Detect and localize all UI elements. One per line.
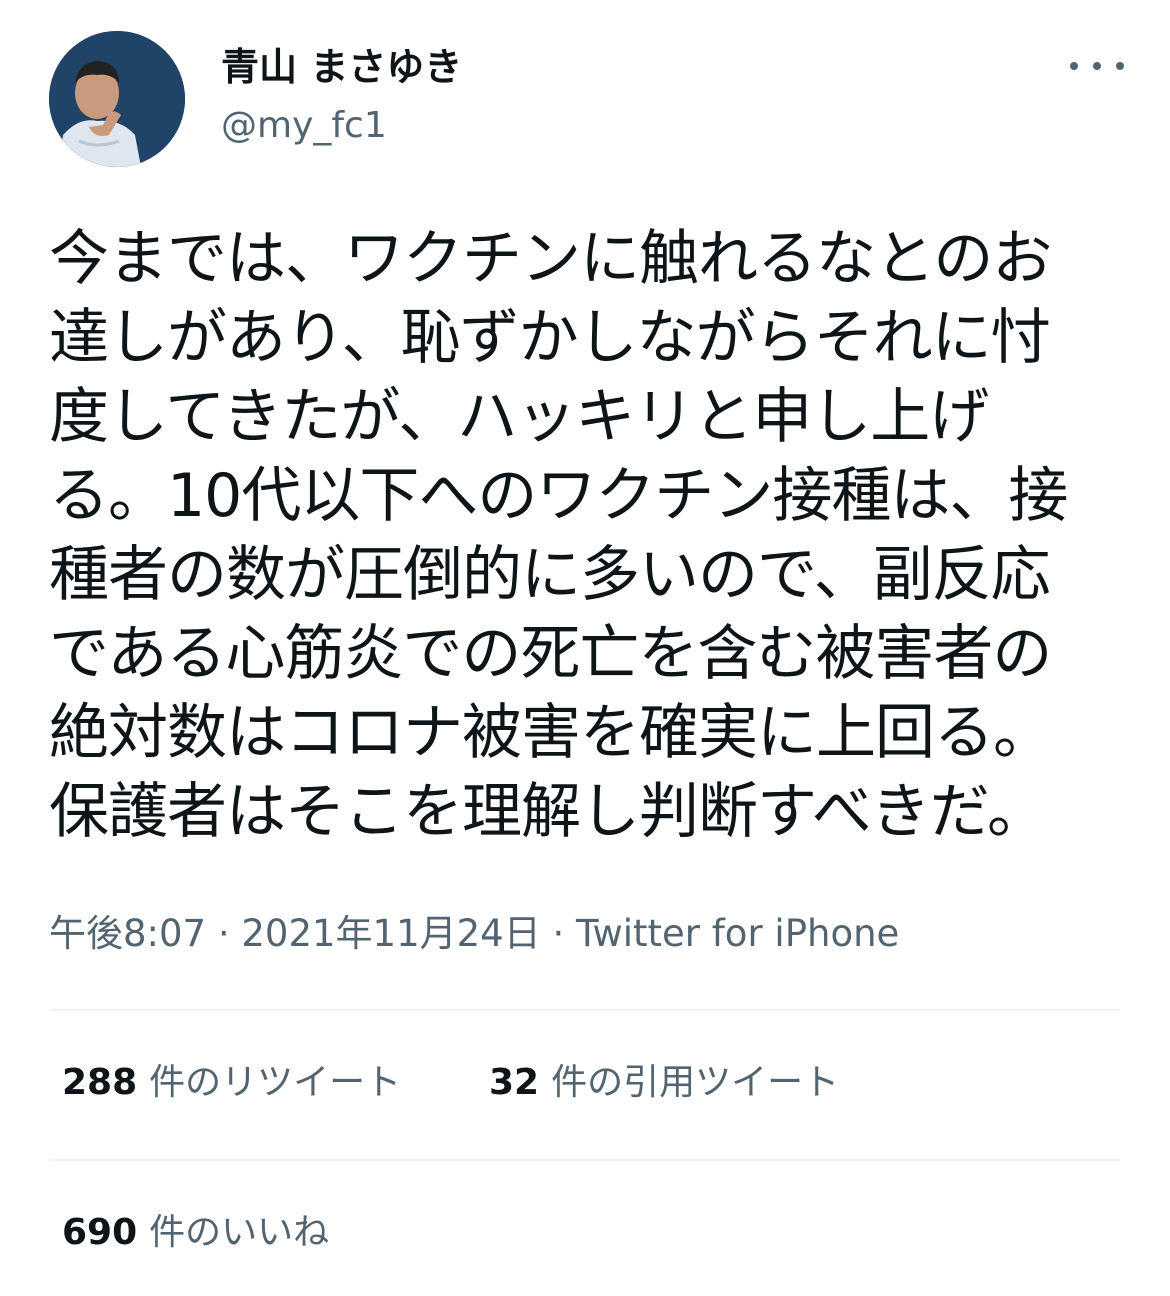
- likes-count: 690: [62, 1212, 138, 1253]
- tweet-text-line: 達しがあり、恥ずかしながらそれに忖: [49, 303, 1051, 373]
- tweet-time[interactable]: 午後8:07: [49, 912, 206, 955]
- more-options-button[interactable]: [1070, 48, 1124, 84]
- tweet-text-line: る。10代以下へのワクチン接種は、接: [49, 461, 1068, 531]
- divider: [49, 1159, 1120, 1161]
- tweet-text-line: 絶対数はコロナ被害を確実に上回る。: [49, 698, 1053, 768]
- meta-separator: ·: [540, 912, 577, 955]
- tweet-text-line: 保護者はそこを理解し判断すべきだ。: [49, 777, 1047, 847]
- quotes-count: 32: [489, 1062, 540, 1103]
- tweet-source[interactable]: Twitter for iPhone: [576, 912, 899, 955]
- tweet-text-line: 種者の数が圧倒的に多いので、副反応: [49, 540, 1051, 610]
- retweets-stat[interactable]: 288 件のリツイート: [62, 1060, 401, 1106]
- divider: [49, 1009, 1120, 1011]
- tweet-date[interactable]: 2021年11月24日: [241, 912, 540, 955]
- likes-label: 件のいいね: [149, 1212, 330, 1253]
- meta-separator: ·: [206, 912, 242, 955]
- author-display-name[interactable]: 青山 まさゆき: [221, 42, 462, 92]
- quotes-stat[interactable]: 32 件の引用ツイート: [489, 1060, 839, 1106]
- author-avatar[interactable]: [49, 31, 185, 167]
- likes-stat[interactable]: 690 件のいいね: [62, 1210, 329, 1256]
- retweets-label: 件のリツイート: [149, 1062, 402, 1103]
- tweet-text-line: である心筋炎での死亡を含む被害者の: [49, 619, 1052, 689]
- tweet-text-line: 度してきたが、ハッキリと申し上げ: [49, 382, 989, 452]
- tweet-text-line: 今までは、ワクチンに触れるなとのお: [49, 224, 1052, 294]
- more-horizontal-icon: [1116, 62, 1124, 70]
- tweet-text: 今までは、ワクチンに触れるなとのお 達しがあり、恥ずかしながらそれに忖 度してき…: [49, 220, 1129, 852]
- quotes-label: 件の引用ツイート: [551, 1062, 840, 1103]
- more-horizontal-icon: [1093, 62, 1101, 70]
- author-handle[interactable]: @my_fc1: [221, 103, 387, 149]
- retweets-count: 288: [62, 1062, 138, 1103]
- more-horizontal-icon: [1070, 62, 1078, 70]
- profile-photo: [49, 31, 185, 167]
- tweet-meta: 午後8:07 · 2021年11月24日 · Twitter for iPhon…: [49, 910, 899, 958]
